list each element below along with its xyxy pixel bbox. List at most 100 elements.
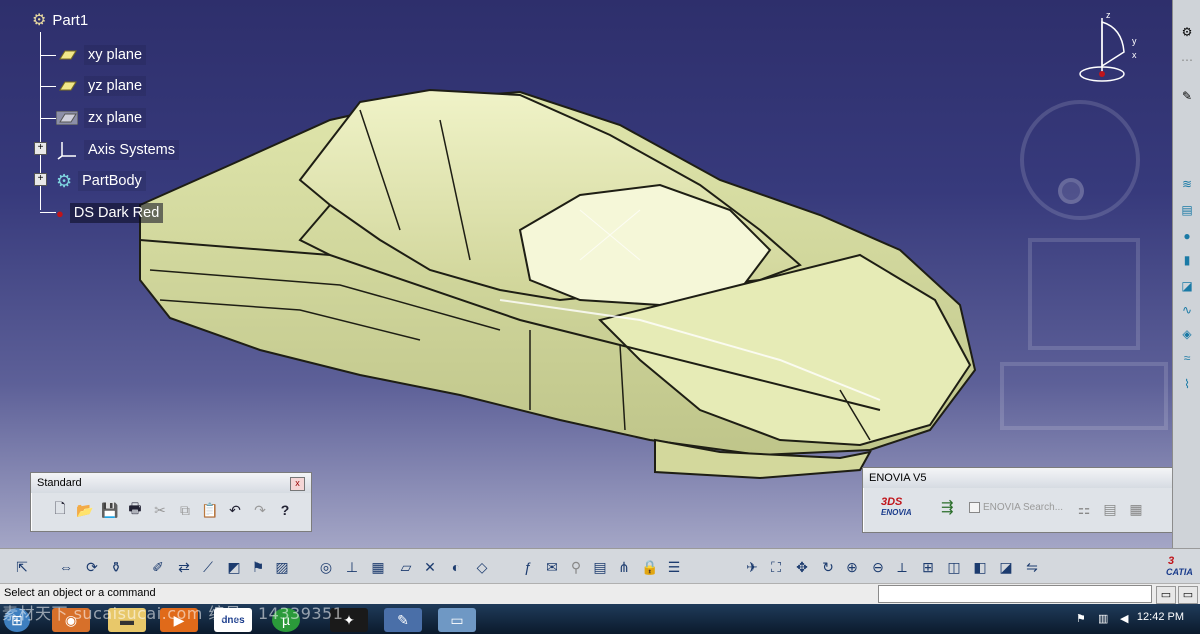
plane-tool-icon[interactable]: ▱ <box>396 557 416 577</box>
hide-show-icon[interactable]: ◐ <box>446 557 466 577</box>
formula-icon[interactable]: ƒ <box>518 557 538 577</box>
normal-view-icon[interactable]: ⟂ <box>892 557 912 577</box>
help-icon[interactable]: ? <box>274 499 296 521</box>
command-go-icon[interactable]: ▭ <box>1178 586 1198 604</box>
blend-icon[interactable]: ⌇ <box>1178 376 1196 392</box>
material-apply-icon[interactable]: ⚑ <box>248 557 268 577</box>
standard-toolbar[interactable]: Standard x 🗋 📂 💾 🖶 ✂ ⧉ 📋 ↶ ↷ ? <box>30 472 312 532</box>
tree-item-xy-plane[interactable]: xy plane <box>56 42 147 68</box>
redo-icon[interactable]: ↷ <box>249 499 271 521</box>
table-icon[interactable]: ▤ <box>590 557 610 577</box>
command-input[interactable] <box>878 585 1152 603</box>
constraint-icon[interactable]: ✕ <box>420 557 440 577</box>
workbench-icon[interactable]: ⚙ <box>1178 24 1196 40</box>
command-options-icon[interactable]: ▭ <box>1156 586 1176 604</box>
lock-icon[interactable]: 🔒 <box>640 557 660 577</box>
transform-icon[interactable]: ⇄ <box>174 557 194 577</box>
grid-icon[interactable]: ▦ <box>1125 498 1147 520</box>
catia-logo-mark: 3 <box>1168 555 1175 567</box>
status-message: Select an object or a command <box>4 587 156 599</box>
3d-viewport[interactable]: ⚙ Part1 xy plane yz plane zx plane + Axi… <box>0 0 1172 548</box>
tree-item-label: yz plane <box>84 76 147 96</box>
compass-y-label: y <box>1132 36 1137 46</box>
tree-branch <box>40 86 56 87</box>
car-body-model[interactable] <box>0 0 1172 548</box>
tree-root-part[interactable]: ⚙ Part1 <box>32 10 88 30</box>
separator-icon: ⋯ <box>1181 53 1193 67</box>
tree-item-zx-plane[interactable]: zx plane <box>56 105 147 131</box>
tree-branch <box>40 212 56 213</box>
spiral-icon[interactable]: ◎ <box>316 557 336 577</box>
sketch-icon[interactable]: ✎ <box>1178 88 1196 104</box>
document-icon[interactable]: ▤ <box>1099 498 1121 520</box>
sweep-icon[interactable]: ∿ <box>1178 302 1196 318</box>
tree-item-ds-dark-red[interactable]: ● DS Dark Red <box>56 200 164 226</box>
swap-icon[interactable]: ⇋ <box>1022 557 1042 577</box>
paste-icon[interactable]: 📋 <box>199 499 221 521</box>
enovia-toolbar[interactable]: ENOVIA V5 3DS ENOVIA ⇶ ENOVIA Search... … <box>862 467 1172 533</box>
save-icon[interactable]: 💾 <box>99 499 121 521</box>
surface-patch-icon[interactable]: ◩ <box>224 557 244 577</box>
open-icon[interactable]: 📂 <box>74 499 96 521</box>
standard-toolbar-tools: 🗋 📂 💾 🖶 ✂ ⧉ 📋 ↶ ↷ ? <box>49 499 296 521</box>
enovia-workflow-icon[interactable]: ⇶ <box>941 498 954 516</box>
tree-item-axis-systems[interactable]: Axis Systems <box>56 137 180 163</box>
multi-section-icon[interactable]: ≈ <box>1178 350 1196 366</box>
grid-snap-icon[interactable]: ▦ <box>368 557 388 577</box>
update-icon[interactable]: ⟳ <box>82 557 102 577</box>
knowledge-icon[interactable]: ⚲ <box>566 557 586 577</box>
list-icon[interactable]: ☰ <box>664 557 684 577</box>
tree-item-partbody[interactable]: ⚙ PartBody <box>56 168 146 194</box>
sphere-icon[interactable]: ● <box>1178 228 1196 244</box>
select-tool-icon[interactable]: ⇱ <box>12 557 32 577</box>
multi-view-icon[interactable]: ⊞ <box>918 557 938 577</box>
iso-view-icon[interactable]: ◫ <box>944 557 964 577</box>
rotate-icon[interactable]: ↻ <box>818 557 838 577</box>
expand-axis-systems-button[interactable]: + <box>34 142 47 155</box>
tree-item-label: zx plane <box>84 108 147 128</box>
extrude-icon[interactable]: ▤ <box>1178 202 1196 218</box>
zoom-out-icon[interactable]: ⊖ <box>868 557 888 577</box>
comment-icon[interactable]: ✉ <box>542 557 562 577</box>
tray-network-icon[interactable]: ▥ <box>1098 612 1108 625</box>
expand-partbody-button[interactable]: + <box>34 173 47 186</box>
hierarchy-icon[interactable]: ⚏ <box>1073 498 1095 520</box>
hide-icon[interactable]: ◪ <box>996 557 1016 577</box>
tree-view-icon[interactable]: ⋔ <box>614 557 634 577</box>
copy-icon[interactable]: ⧉ <box>174 499 196 521</box>
enovia-search-field[interactable]: ENOVIA Search... <box>969 502 1063 513</box>
checkbox-icon[interactable] <box>969 502 980 513</box>
cylinder-icon[interactable]: ▮ <box>1178 252 1196 268</box>
layer-icon[interactable]: ◇ <box>472 557 492 577</box>
tree-root-label: Part1 <box>52 11 89 29</box>
surface-icon[interactable]: ≋ <box>1178 176 1196 192</box>
shading-icon[interactable]: ◧ <box>970 557 990 577</box>
enovia-search-label: ENOVIA Search... <box>983 502 1064 513</box>
fit-all-icon[interactable]: ⛶ <box>766 557 786 577</box>
cut-icon[interactable]: ✂ <box>149 499 171 521</box>
close-icon[interactable]: x <box>290 477 305 491</box>
tray-flag-icon[interactable]: ⚑ <box>1076 612 1086 625</box>
sketcher-icon[interactable]: ✐ <box>148 557 168 577</box>
fill-icon[interactable]: ◈ <box>1178 326 1196 342</box>
tree-item-yz-plane[interactable]: yz plane <box>56 73 147 99</box>
window-icon[interactable]: ▭ <box>438 608 476 632</box>
edge-icon[interactable]: ⟋ <box>198 557 218 577</box>
print-icon[interactable]: 🖶 <box>124 499 146 521</box>
tray-volume-icon[interactable]: ◀ <box>1120 612 1128 625</box>
offset-icon[interactable]: ◪ <box>1178 278 1196 294</box>
analysis-icon[interactable]: ▨ <box>272 557 292 577</box>
undo-icon[interactable]: ↶ <box>224 499 246 521</box>
bottle-icon[interactable]: ⚱ <box>106 557 126 577</box>
pan-icon[interactable]: ✥ <box>792 557 812 577</box>
tree-item-label: Axis Systems <box>84 140 180 160</box>
catia-logo-text: CATIA <box>1166 567 1193 577</box>
compass-widget[interactable]: z y x <box>1078 8 1142 88</box>
new-icon[interactable]: 🗋 <box>49 499 71 521</box>
zoom-in-icon[interactable]: ⊕ <box>842 557 862 577</box>
paint-icon[interactable]: ✎ <box>384 608 422 632</box>
measure-icon[interactable]: ⇔ <box>56 557 76 577</box>
axis-tool-icon[interactable]: ⊥ <box>342 557 362 577</box>
fly-mode-icon[interactable]: ✈ <box>742 557 762 577</box>
plane-icon <box>59 50 77 60</box>
